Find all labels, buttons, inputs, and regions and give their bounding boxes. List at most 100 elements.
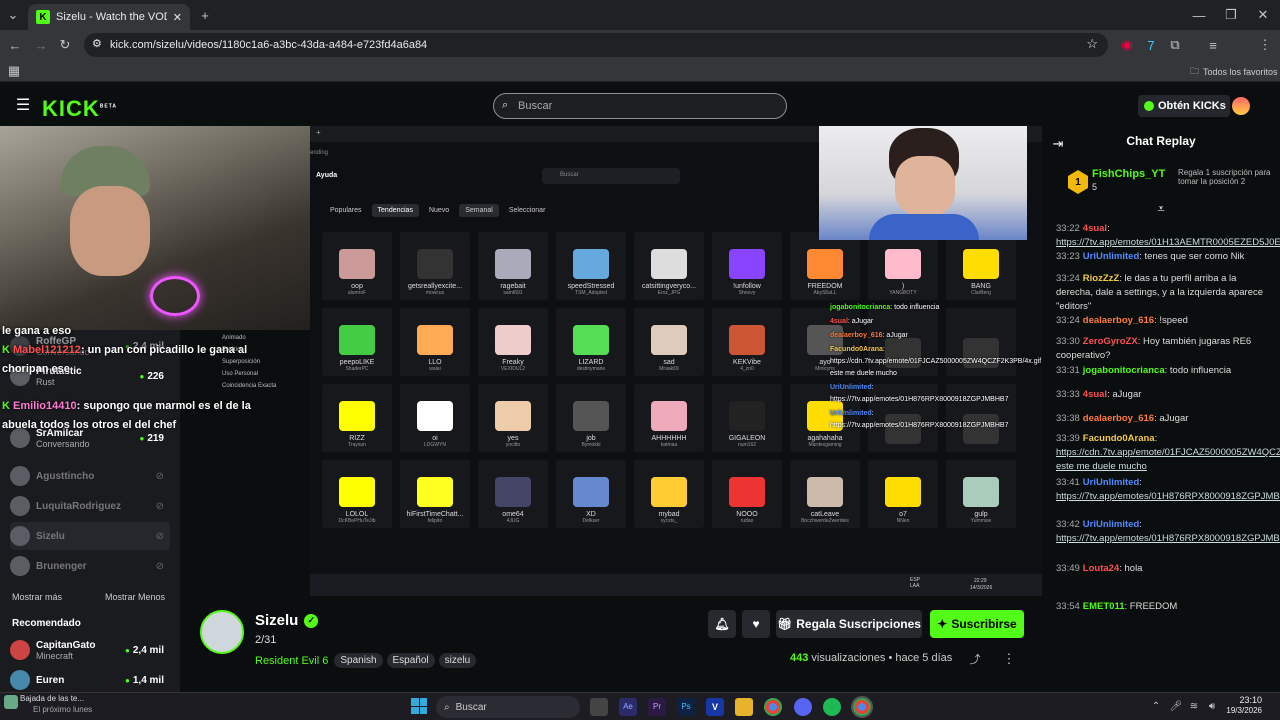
emote-card: LIZARD destinymarie xyxy=(556,308,626,376)
emote-card: ome64 4JUG xyxy=(478,460,548,528)
taskbar-search[interactable]: ⌕ Buscar xyxy=(436,696,580,718)
chat-username[interactable]: ZeroGyroZX xyxy=(1083,336,1138,347)
views-label: visualizaciones xyxy=(811,652,886,664)
address-bar-row: ← → ↻ ⚙ kick.com/sizelu/videos/1180c1a6-… xyxy=(0,30,1280,82)
forward-icon[interactable]: → xyxy=(32,36,50,54)
chat-username[interactable]: jogabonitocrianca xyxy=(1083,365,1165,376)
tag[interactable]: Español xyxy=(386,653,435,668)
after-effects-icon[interactable]: Ae xyxy=(619,698,637,716)
emote-image xyxy=(729,249,765,279)
chat-username[interactable]: UriUnlimited xyxy=(1083,477,1139,488)
chat-username[interactable]: Louta24 xyxy=(1083,563,1119,574)
chrome-icon[interactable] xyxy=(764,698,782,716)
vegas-icon[interactable]: V xyxy=(706,698,724,716)
chat-username[interactable]: dealaerboy_616 xyxy=(1083,413,1154,424)
7tv-extension-icon[interactable]: 7 xyxy=(1142,36,1160,54)
extensions-puzzle-icon[interactable]: ⧉ xyxy=(1166,36,1184,54)
tag[interactable]: Spanish xyxy=(334,653,383,668)
site-info-icon[interactable]: ⚙ xyxy=(92,37,102,50)
chat-text[interactable]: https://cdn.7tv.app/emote/01FJCAZ5000005… xyxy=(1056,447,1280,472)
game-bar-icon[interactable] xyxy=(590,698,608,716)
premiere-icon[interactable]: Pr xyxy=(648,698,666,716)
user-avatar[interactable] xyxy=(1232,97,1250,115)
sidebar-item-sizelu[interactable]: Sizelu ⊘ xyxy=(10,522,170,550)
tab-list-icon[interactable]: ⌄ xyxy=(4,6,22,24)
follow-heart-button[interactable]: ♥ xyxy=(742,610,770,638)
chat-username[interactable]: EMET011 xyxy=(1083,601,1125,612)
chat-text: todo influencia xyxy=(1169,365,1232,376)
bookmark-star-icon[interactable]: ☆ xyxy=(1086,36,1098,52)
sidebar-item-agusttincho[interactable]: Agusttincho ⊘ xyxy=(10,462,170,490)
browser-tab[interactable]: K Sizelu - Watch the VOD on Ki ✕ xyxy=(28,4,190,30)
streamer-name[interactable]: Sizelu xyxy=(255,612,298,629)
hamburger-menu-icon[interactable]: ☰ xyxy=(14,96,32,114)
emote-image xyxy=(885,477,921,507)
close-window-icon[interactable]: ✕ xyxy=(1254,6,1272,24)
streamer-avatar[interactable] xyxy=(200,610,244,654)
file-explorer-icon[interactable] xyxy=(735,698,753,716)
recommended-item-euren[interactable]: Euren 1,4 mil xyxy=(10,666,170,694)
recommended-item-capitangato[interactable]: CapitanGatoMinecraft 2,4 mil xyxy=(10,636,170,664)
scroll-down-icon[interactable]: ⩡ xyxy=(1154,201,1168,216)
kick-logo[interactable]: KICKBETA xyxy=(42,96,117,122)
chat-username[interactable]: dealaerboy_616 xyxy=(1083,315,1154,326)
photoshop-icon[interactable]: Ps xyxy=(677,698,695,716)
sidebar-item-brunenger[interactable]: Brunenger ⊘ xyxy=(10,552,170,580)
chat-text[interactable]: https://7tv.app/emotes/01H13AEMTR0005EZE… xyxy=(1056,237,1280,248)
microphone-icon[interactable]: 🎤︎ xyxy=(1170,699,1183,713)
apps-grid-icon[interactable]: ▦ xyxy=(6,63,22,79)
show-more-button[interactable]: Mostrar más xyxy=(12,592,62,602)
extension-icon[interactable]: ◉ xyxy=(1118,36,1136,54)
emote-name: GIGALEON xyxy=(728,435,766,442)
gift-position-text[interactable]: Regala 1 suscripción para tomar la posic… xyxy=(1178,168,1278,186)
chat-timestamp: 33:33 xyxy=(1056,389,1080,400)
game-link[interactable]: Resident Evil 6 xyxy=(255,655,328,667)
tag[interactable]: sizelu xyxy=(438,653,477,668)
reload-icon[interactable]: ↻ xyxy=(56,36,74,54)
restore-icon[interactable]: ❐ xyxy=(1222,6,1240,24)
all-bookmarks[interactable]: 🗀 Todos los favoritos xyxy=(1190,64,1278,80)
chat-username[interactable]: 4sual xyxy=(1083,223,1107,234)
show-less-button[interactable]: Mostrar Menos xyxy=(105,592,165,602)
emote-author: ClarBerg xyxy=(971,290,991,296)
share-icon[interactable]: ⤴ xyxy=(968,652,982,666)
reading-list-icon[interactable]: ≡ xyxy=(1204,36,1222,54)
more-options-icon[interactable]: ⋮ xyxy=(1002,651,1016,666)
subscribe-button[interactable]: ✦ Suscribirse xyxy=(930,610,1024,638)
view-count: 443 xyxy=(790,652,809,664)
weather-title[interactable]: Bajada de las te... xyxy=(20,694,84,703)
vod-age: hace 5 días xyxy=(895,652,953,664)
chat-username[interactable]: 4sual xyxy=(1083,389,1107,400)
inner-sidebar-labels: Animado Estático Superposición Uso Perso… xyxy=(222,332,276,392)
new-tab-icon[interactable]: + xyxy=(196,6,214,24)
emote-name: NOOO xyxy=(736,511,758,518)
close-tab-icon[interactable]: ✕ xyxy=(173,11,182,24)
chat-username[interactable]: UriUnlimited xyxy=(1083,251,1139,262)
gift-leader-name[interactable]: FishChips_YT xyxy=(1092,168,1165,180)
spotify-icon[interactable] xyxy=(823,698,841,716)
windows-start-icon[interactable] xyxy=(411,698,427,714)
wifi-icon[interactable]: ≋ xyxy=(1188,699,1200,713)
chat-text[interactable]: https://7tv.app/emotes/01H876RPX8000918Z… xyxy=(1056,533,1280,544)
chat-text[interactable]: https://7tv.app/emotes/01H876RPX8000918Z… xyxy=(1056,491,1280,502)
menu-kebab-icon[interactable]: ⋮ xyxy=(1256,36,1274,54)
inner-chat-overlay: jogabonitocrianca: todo influencia 4sual:… xyxy=(830,302,1041,434)
inner-label: Uso Personal xyxy=(222,371,259,377)
get-kicks-button[interactable]: Obtén KICKs xyxy=(1138,95,1230,117)
streamer-webcam-left xyxy=(0,126,310,330)
gift-subs-button[interactable]: 🎁︎ Regala Suscripciones xyxy=(776,610,922,638)
chat-username[interactable]: Facundo0Arana xyxy=(1083,433,1155,444)
notifications-bell-button[interactable]: 🔔︎ xyxy=(708,610,736,638)
sidebar-item-luquitarodriguez[interactable]: LuquitaRodriguez ⊘ xyxy=(10,492,170,520)
url-field[interactable]: ⚙ kick.com/sizelu/videos/1180c1a6-a3bc-4… xyxy=(84,33,1108,57)
back-icon[interactable]: ← xyxy=(6,36,24,54)
viewer-count: 2,4 mil xyxy=(125,645,164,656)
discord-icon[interactable] xyxy=(794,698,812,716)
tray-expand-icon[interactable]: ⌃ xyxy=(1150,699,1162,713)
chat-username[interactable]: RiozZzZ xyxy=(1083,273,1119,284)
minimize-icon[interactable]: — xyxy=(1190,6,1208,24)
search-input[interactable]: ⌕ Buscar xyxy=(493,93,787,119)
chrome-active-icon[interactable] xyxy=(851,696,873,718)
chat-username[interactable]: UriUnlimited xyxy=(1083,519,1139,530)
clock-time[interactable]: 23:10 xyxy=(1222,695,1262,705)
